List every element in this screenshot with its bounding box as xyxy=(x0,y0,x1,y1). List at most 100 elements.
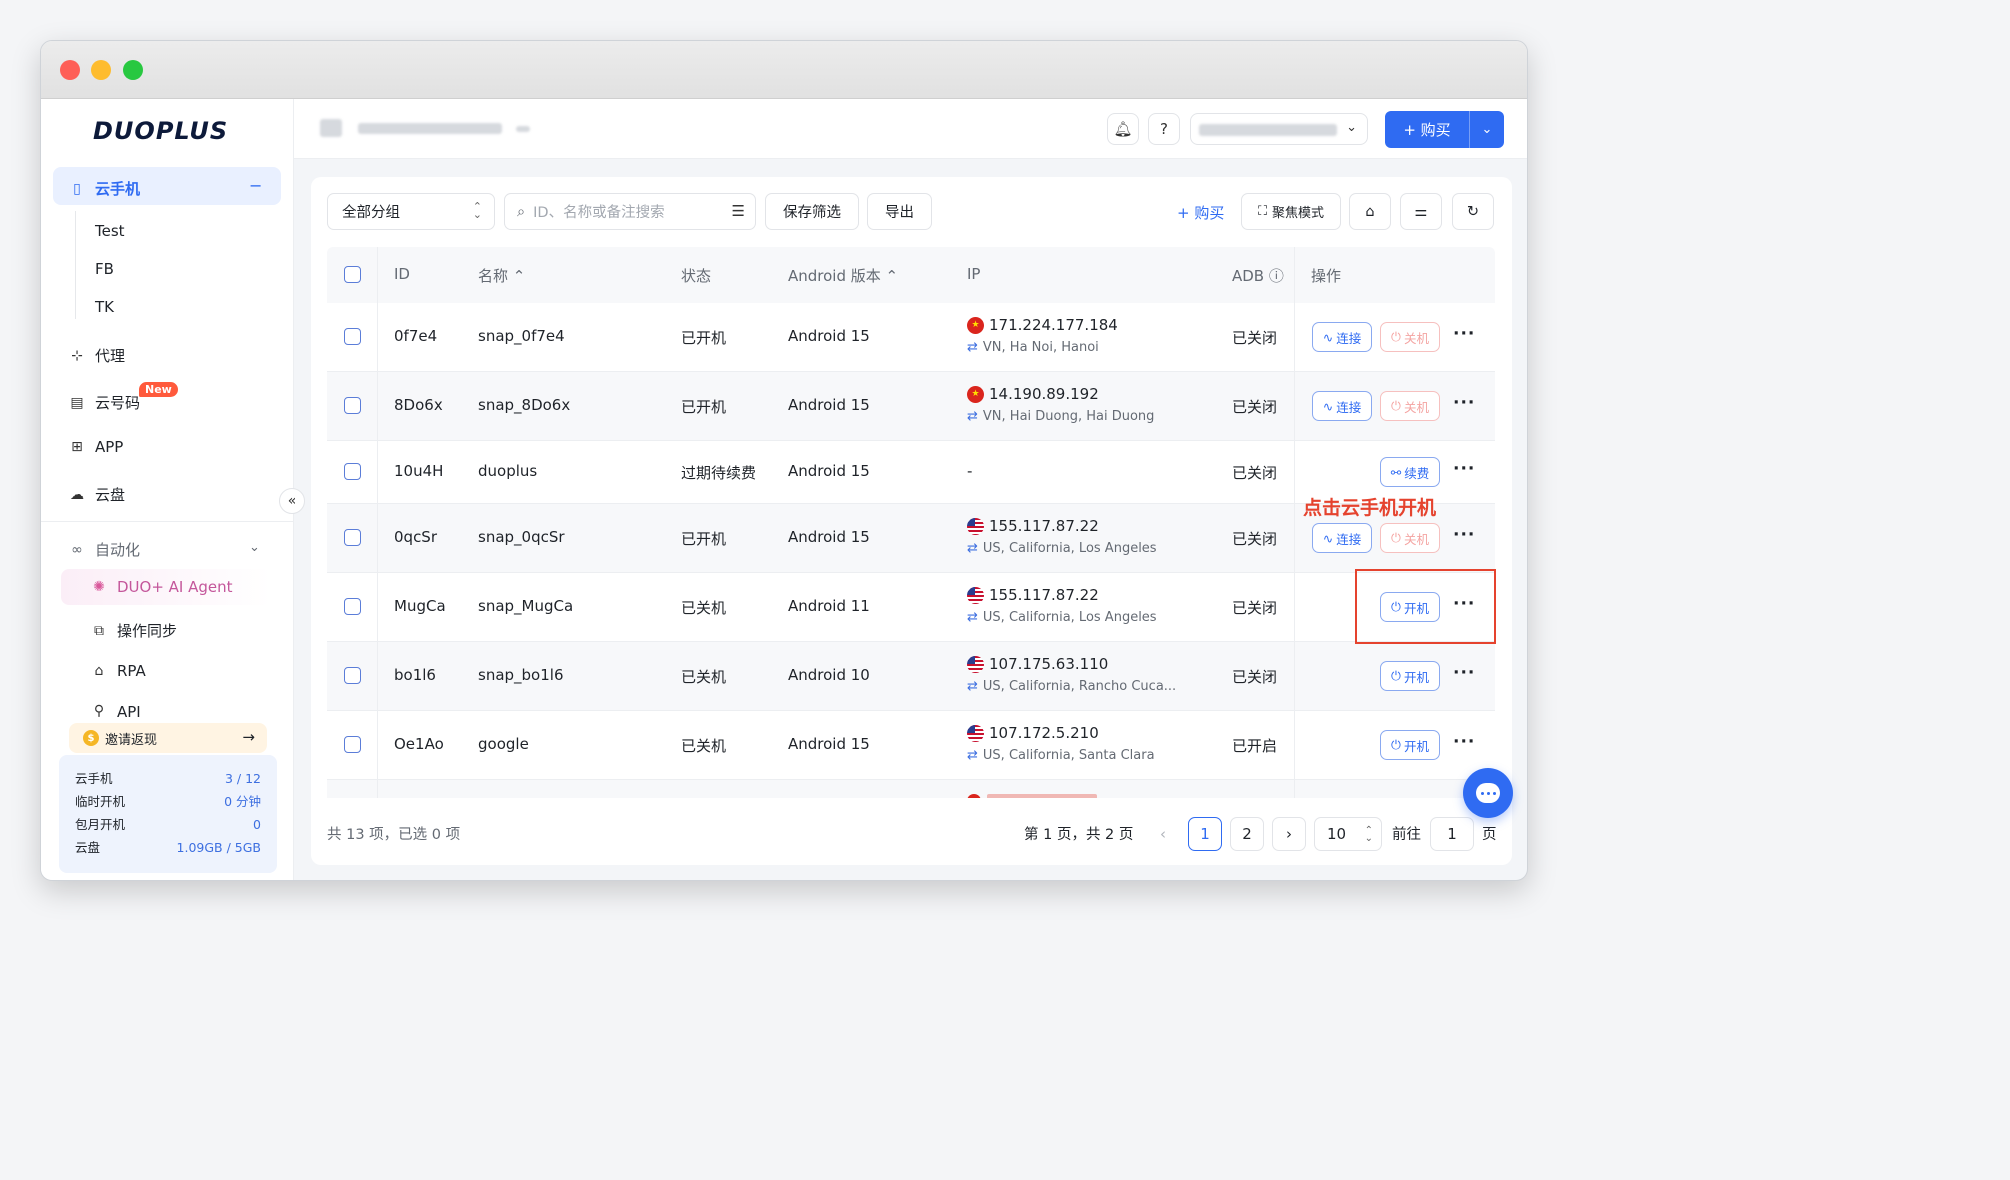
robot-icon: ⌂ xyxy=(94,663,104,679)
search-input[interactable]: ⌕ ID、名称或备注搜索 ☰ xyxy=(504,193,756,230)
sidebar-item-proxy[interactable]: ⊹ 代理 xyxy=(69,345,125,366)
refresh-icon[interactable]: ↻ xyxy=(1452,193,1494,230)
sidebar-item-sync[interactable]: ⧉ 操作同步 xyxy=(91,620,177,641)
collapse-group-icon[interactable]: − xyxy=(249,176,262,195)
more-icon[interactable]: ··· xyxy=(1453,393,1475,413)
group-tree-line xyxy=(75,211,76,319)
app-window: DUOPLUS ▯ 云手机 − Test FB TK ⊹ 代理 ▤ 云号码 Ne… xyxy=(40,40,1528,881)
page-1-button[interactable]: 1 xyxy=(1188,817,1222,851)
power-on-button[interactable]: ⏻ 开机 xyxy=(1380,730,1440,760)
tag-icon[interactable]: ⌂ xyxy=(1349,193,1391,230)
sidebar-item-rpa[interactable]: ⌂ RPA xyxy=(91,662,146,680)
invite-cashback-banner[interactable]: $ 邀请返现 → xyxy=(69,723,267,753)
buy-link[interactable]: + 购买 xyxy=(1177,202,1224,223)
sidebar-item-ai-agent[interactable]: ✺ DUO+ AI Agent xyxy=(91,578,232,596)
col-android[interactable]: Android 版本 ⌃ xyxy=(788,265,898,286)
shutdown-button[interactable]: ⏻ 关机 xyxy=(1380,391,1440,421)
help-icon[interactable]: ? xyxy=(1148,113,1180,145)
network-icon: ⊹ xyxy=(71,347,83,364)
cloud-icon: ☁ xyxy=(70,486,84,503)
focus-mode-button[interactable]: ⛶ 聚焦模式 xyxy=(1241,193,1341,230)
redacted-account xyxy=(1199,124,1337,136)
select-all-checkbox[interactable] xyxy=(344,266,361,283)
swap-icon[interactable]: ⇄ xyxy=(967,340,978,355)
group-select[interactable]: 全部分组 ⌃ ⌄ xyxy=(327,193,495,230)
account-menu[interactable]: ⌄ xyxy=(1190,113,1368,145)
swap-icon[interactable]: ⇄ xyxy=(967,541,978,556)
sidebar-group-tk[interactable]: TK xyxy=(95,298,114,316)
sidebar-divider xyxy=(41,521,294,522)
row-checkbox[interactable] xyxy=(344,736,361,753)
phone-icon: ▯ xyxy=(73,180,81,197)
more-icon[interactable]: ··· xyxy=(1453,663,1475,683)
renew-icon: ⚯ xyxy=(1390,464,1402,480)
table-row[interactable]: 0f7e4 snap_0f7e4 已开机 Android 15 ★ 171.224… xyxy=(327,303,1495,372)
shutdown-button[interactable]: ⏻ 关机 xyxy=(1380,523,1440,553)
connect-button[interactable]: ∿ 连接 xyxy=(1312,391,1372,421)
sidebar-item-app[interactable]: ⊞ APP xyxy=(69,438,123,456)
close-window-button[interactable] xyxy=(60,60,80,80)
title-bar xyxy=(41,41,1527,99)
renew-button[interactable]: ⚯ 续费 xyxy=(1380,457,1440,487)
sidebar-group-fb[interactable]: FB xyxy=(95,260,114,278)
swap-icon[interactable]: ⇄ xyxy=(967,748,978,763)
connect-button[interactable]: ∿ 连接 xyxy=(1312,523,1372,553)
save-filter-button[interactable]: 保存筛选 xyxy=(765,193,859,230)
sidebar-item-cloud-phone-label[interactable]: ▯ 云手机 xyxy=(69,178,140,199)
ip-text-cut xyxy=(987,794,1097,798)
swap-icon[interactable]: ⇄ xyxy=(967,610,978,625)
chevron-down-icon[interactable]: ⌄ xyxy=(249,540,260,555)
row-checkbox[interactable] xyxy=(344,667,361,684)
coin-icon: $ xyxy=(83,730,99,746)
highlight-box xyxy=(1355,569,1496,644)
goto-suffix: 页 xyxy=(1482,827,1497,843)
focus-icon: ⛶ xyxy=(1257,204,1268,219)
swap-icon[interactable]: ⇄ xyxy=(967,409,978,424)
buy-button[interactable]: + 购买 ⌄ xyxy=(1385,111,1504,148)
row-checkbox[interactable] xyxy=(344,397,361,414)
row-checkbox[interactable] xyxy=(344,328,361,345)
chat-support-button[interactable] xyxy=(1463,768,1513,818)
prev-page-button[interactable]: ‹ xyxy=(1146,817,1180,851)
more-icon[interactable]: ··· xyxy=(1453,459,1475,479)
sidebar-item-automation[interactable]: ∞ 自动化 xyxy=(69,539,140,560)
table-row[interactable]: MugCa snap_MugCa 已关机 Android 11 155.117.… xyxy=(327,573,1495,642)
col-status: 状态 xyxy=(681,267,712,285)
stat-row: 云盘 1.09GB / 5GB xyxy=(75,840,261,855)
page-size-select[interactable]: 10 ⌃ ⌄ xyxy=(1314,817,1382,851)
table-row[interactable]: Oe1Ao google 已关机 Android 15 107.172.5.21… xyxy=(327,711,1495,780)
vietnam-flag-icon: ★ xyxy=(967,385,984,403)
row-checkbox[interactable] xyxy=(344,529,361,546)
shutdown-button[interactable]: ⏻ 关机 xyxy=(1380,322,1440,352)
row-checkbox[interactable] xyxy=(344,598,361,615)
column-divider xyxy=(1294,247,1295,798)
power-icon: ⏻ xyxy=(1391,737,1401,752)
power-on-button[interactable]: ⏻ 开机 xyxy=(1380,661,1440,691)
page-2-button[interactable]: 2 xyxy=(1230,817,1264,851)
more-icon[interactable]: ··· xyxy=(1453,324,1475,344)
more-icon[interactable]: ··· xyxy=(1453,525,1475,545)
next-page-button[interactable]: › xyxy=(1272,817,1306,851)
bell-icon[interactable]: 🔔︎ xyxy=(1107,113,1139,145)
chat-icon xyxy=(1476,783,1500,803)
table-row[interactable]: bo1l6 snap_bo1l6 已关机 Android 10 107.175.… xyxy=(327,642,1495,711)
sidebar-item-cloud-disk[interactable]: ☁ 云盘 xyxy=(69,484,125,505)
stat-row: 包月开机 0 xyxy=(75,817,261,832)
maximize-window-button[interactable] xyxy=(123,60,143,80)
settings-sliders-icon[interactable]: ⚌ xyxy=(1400,193,1442,230)
sidebar-item-api[interactable]: ⚲ API xyxy=(91,703,141,717)
swap-icon[interactable]: ⇄ xyxy=(967,679,978,694)
connect-button[interactable]: ∿ 连接 xyxy=(1312,322,1372,352)
col-name[interactable]: 名称 ⌃ xyxy=(478,265,525,286)
goto-page-input[interactable]: 1 xyxy=(1430,817,1474,851)
sidebar-group-test[interactable]: Test xyxy=(95,222,125,240)
table-row[interactable]: 8Do6x snap_8Do6x 已开机 Android 15 ★ 14.190.… xyxy=(327,372,1495,441)
collapse-sidebar-button[interactable]: « xyxy=(279,488,305,514)
sidebar-item-cloud-number[interactable]: ▤ 云号码 xyxy=(69,392,140,413)
export-button[interactable]: 导出 xyxy=(867,193,932,230)
more-icon[interactable]: ··· xyxy=(1453,732,1475,752)
chevron-down-icon[interactable]: ⌄ xyxy=(1470,122,1504,137)
filter-sliders-icon[interactable]: ☰ xyxy=(732,202,745,220)
minimize-window-button[interactable] xyxy=(91,60,111,80)
row-checkbox[interactable] xyxy=(344,463,361,480)
